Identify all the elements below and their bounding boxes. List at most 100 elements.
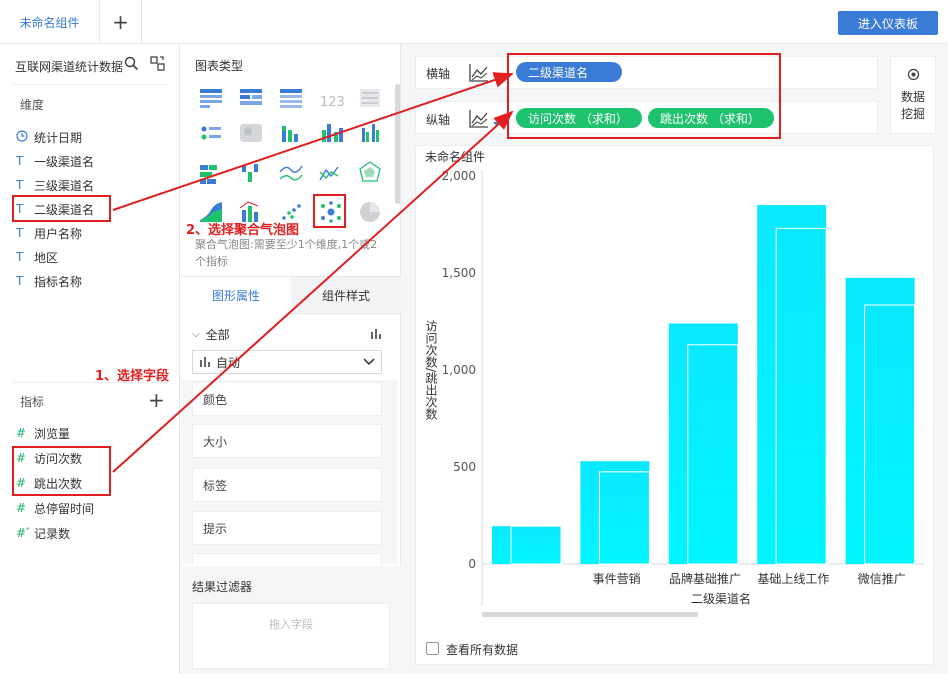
axis-chart-type-icon[interactable] (468, 62, 502, 87)
detail-table-icon[interactable] (280, 89, 302, 108)
data-mining-button[interactable]: 数据 挖掘 (890, 56, 936, 134)
horizontal-bar-icon[interactable] (200, 165, 217, 184)
mining-label: 挖掘 (900, 106, 925, 121)
add-tab-button[interactable]: + (100, 0, 142, 44)
hash-icon: # (16, 426, 27, 440)
all-label: 全部 (205, 327, 230, 342)
field-label: 用户名称 (34, 226, 83, 241)
svg-text:123: 123 (320, 95, 345, 110)
pie-chart-icon[interactable] (360, 202, 380, 222)
y-tick-label: 500 (453, 460, 476, 474)
bar-bounces[interactable] (510, 525, 562, 565)
y-axis-title: 访问次数/跳出次数 (424, 320, 438, 421)
measure-field-staytime[interactable]: # 总停留时间 (16, 496, 94, 520)
multi-bar-icon[interactable] (322, 124, 343, 142)
y-axis-label: 纵轴 (426, 113, 451, 127)
divider (12, 84, 168, 85)
measure-field-record-count[interactable]: #* 记录数 (16, 521, 70, 545)
range-bar-icon[interactable] (242, 164, 258, 182)
attribute-tabs: 图形属性 组件样式 (181, 276, 401, 314)
chart-kind-select[interactable]: 自动 (192, 350, 382, 374)
dimension-field-username[interactable]: T 用户名称 (16, 221, 82, 245)
axis-chart-type-icon[interactable] (468, 108, 502, 133)
field-label: 一级渠道名 (34, 154, 95, 169)
table-icon[interactable] (200, 89, 222, 108)
field-label: 地区 (34, 250, 59, 265)
show-all-data-checkbox[interactable] (426, 642, 439, 655)
add-measure-button[interactable]: + (148, 388, 165, 412)
y-tick-label: 1,500 (442, 266, 476, 280)
chart-scrollbar[interactable] (482, 612, 698, 617)
radar-icon[interactable] (359, 161, 381, 182)
search-icon[interactable] (124, 56, 139, 75)
highlight-level2-field (12, 195, 111, 222)
attr-more (192, 553, 382, 565)
dimension-field-metric-name[interactable]: T 指标名称 (16, 269, 82, 293)
x-tick-label: 事件营销 (593, 572, 641, 586)
scatter-icon[interactable] (282, 204, 301, 220)
bar-bounces[interactable] (775, 227, 827, 565)
heatmap-icon[interactable] (240, 124, 262, 142)
y-tick-label: 2,000 (442, 169, 476, 183)
dimension-field-level3[interactable]: T 三级渠道名 (16, 173, 94, 197)
mining-icon (907, 68, 920, 86)
show-all-data-label: 查看所有数据 (446, 643, 519, 657)
dot-matrix-icon[interactable] (201, 126, 222, 140)
field-label: 指标名称 (34, 274, 83, 289)
y-tick-label: 0 (468, 557, 476, 571)
clock-icon (16, 129, 34, 145)
bar-bounces[interactable] (687, 344, 739, 565)
field-label: 三级渠道名 (34, 178, 95, 193)
enter-dashboard-button[interactable]: 进入仪表板 (838, 11, 938, 35)
bar-chart: 0 500 1,000 1,500 2,000 事件营销 品牌基础推广 基础上线工作 微信推广二… (415, 160, 934, 633)
grouped-bar-icon[interactable] (362, 124, 379, 142)
dimension-field-date[interactable]: 统计日期 (16, 125, 82, 149)
bar-chart-icon (199, 356, 211, 368)
attr-tooltip[interactable]: 提示 (192, 511, 382, 545)
filter-drop-zone[interactable]: 拖入字段 (192, 603, 390, 669)
x-tick-label: 品牌基础推广 (669, 572, 741, 586)
select-value: 自动 (216, 355, 241, 370)
highlight-bubble-chart (313, 194, 346, 228)
top-bar (0, 0, 948, 44)
chart-type-grid: 123 (196, 86, 386, 234)
step2-annotation: 2、选择聚合气泡图 (186, 223, 300, 238)
text-type-icon: T (16, 226, 24, 240)
x-axis-title: 二级渠道名 (691, 591, 751, 606)
chart-type-description: 聚合气泡图:需要至少1个维度,1个或2个指标 (195, 238, 378, 268)
cross-table-icon[interactable] (240, 89, 262, 105)
tab-component-style[interactable]: 组件样式 (291, 277, 401, 314)
chart-type-title: 图表类型 (195, 59, 244, 73)
dimension-field-level1[interactable]: T 一级渠道名 (16, 149, 94, 173)
hash-icon: # (16, 501, 27, 515)
bar-bounces[interactable] (864, 304, 916, 565)
highlight-axis-fields (507, 53, 781, 139)
summary-table-icon[interactable] (360, 89, 380, 107)
tab-graphic-attributes[interactable]: 图形属性 (181, 277, 291, 314)
bar-bounces[interactable] (598, 471, 650, 565)
y-tick-label: 1,000 (442, 363, 476, 377)
dimension-field-region[interactable]: T 地区 (16, 245, 58, 269)
measure-section-label: 指标 (20, 395, 45, 409)
scrollbar[interactable] (395, 84, 400, 204)
all-series-row[interactable]: ⌵ 全部 (192, 324, 382, 344)
polyline-icon[interactable] (319, 166, 339, 181)
switch-dataset-icon[interactable] (150, 56, 165, 75)
x-tick-label: 微信推广 (858, 572, 906, 586)
measure-field-pageviews[interactable]: # 浏览量 (16, 421, 70, 445)
stacked-bar-icon[interactable] (282, 126, 298, 142)
field-label: 浏览量 (34, 426, 71, 441)
x-axis-label: 横轴 (426, 67, 451, 81)
attr-label[interactable]: 标签 (192, 468, 382, 502)
line-chart-icon[interactable] (279, 165, 303, 181)
text-type-icon: T (16, 154, 24, 168)
kpi-number-icon[interactable]: 123 (320, 95, 345, 110)
tab-unnamed-component[interactable]: 未命名组件 (0, 0, 100, 44)
field-label: 记录数 (34, 526, 71, 541)
dataset-title: 互联网渠道统计数据 (15, 60, 124, 74)
field-label: 总停留时间 (34, 501, 95, 516)
highlight-measure-fields (12, 446, 111, 496)
attr-size[interactable]: 大小 (192, 424, 382, 458)
attr-color[interactable]: 颜色 (192, 382, 382, 416)
bar-chart-icon (370, 328, 382, 340)
